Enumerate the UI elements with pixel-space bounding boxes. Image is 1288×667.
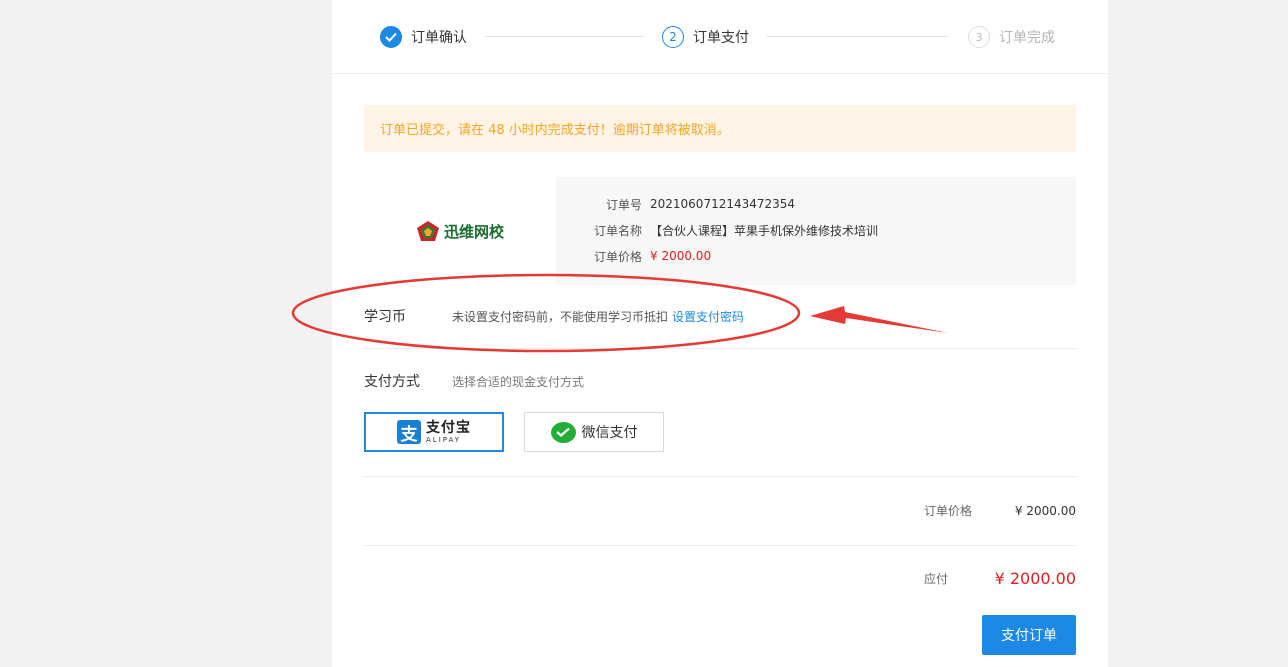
check-icon (380, 26, 402, 48)
payment-method-hint: 选择合适的现金支付方式 (452, 374, 585, 389)
divider (364, 476, 1076, 477)
alipay-en-label: ALIPAY (426, 435, 462, 444)
study-coin-row: 学习币 未设置支付密码前，不能使用学习币抵扣 设置支付密码 (364, 304, 1076, 328)
order-number: 2021060712143472354 (650, 197, 796, 211)
alipay-label: 支付宝 (426, 419, 471, 436)
step-connector (484, 36, 645, 37)
step-order-pay: 2 订单支付 (662, 24, 749, 50)
order-name-row: 订单名称 【合伙人课程】苹果手机保外维修技术培训 (556, 221, 878, 239)
amount-due-value: ¥ 2000.00 (994, 569, 1076, 588)
logo-icon (416, 221, 439, 241)
order-name: 【合伙人课程】苹果手机保外维修技术培训 (650, 223, 879, 238)
order-info-box: 迅维网校 订单号 2021060712143472354 订单名称 【合伙人课程… (364, 177, 1076, 285)
amount-due-row: 应付 ¥ 2000.00 (924, 569, 1076, 588)
summary-price-value: ¥ 2000.00 (1014, 503, 1076, 518)
pay-order-button[interactable]: 支付订单 (982, 615, 1076, 655)
logo-text: 迅维网校 (443, 222, 504, 241)
step-number: 3 (968, 26, 990, 48)
payment-deadline-notice: 订单已提交，请在 48 小时内完成支付！逾期订单将被取消。 (364, 105, 1076, 152)
alipay-icon: 支 (397, 420, 421, 445)
alipay-option[interactable]: 支 支付宝 ALIPAY (364, 412, 504, 452)
info-key: 订单名称 (593, 223, 642, 238)
checkout-panel: 订单确认 2 订单支付 3 订单完成 订单已提交，请在 48 小时内完成支付！逾… (332, 0, 1108, 667)
summary-price-label: 订单价格 (924, 504, 973, 518)
study-coin-label: 学习币 (364, 309, 406, 325)
wechat-pay-label: 微信支付 (581, 425, 638, 441)
divider (364, 348, 1076, 349)
payment-method-label: 支付方式 (364, 374, 420, 390)
step-order-complete: 3 订单完成 (968, 24, 1055, 50)
wechat-icon (550, 421, 576, 443)
alipay-wordmark: 支付宝 ALIPAY (426, 421, 471, 444)
payment-method-row: 支付方式 选择合适的现金支付方式 (364, 369, 584, 393)
step-label: 订单完成 (999, 30, 1055, 46)
course-logo: 迅维网校 (364, 177, 556, 285)
step-label: 订单确认 (411, 30, 467, 46)
set-pay-password-link[interactable]: 设置支付密码 (672, 308, 744, 325)
progress-steps: 订单确认 2 订单支付 3 订单完成 (332, 0, 1108, 74)
order-number-row: 订单号 2021060712143472354 (556, 195, 795, 213)
info-key: 订单号 (605, 197, 642, 212)
info-key: 订单价格 (593, 249, 642, 264)
order-price: ¥ 2000.00 (650, 249, 712, 263)
step-order-confirm: 订单确认 (380, 24, 467, 50)
wechat-pay-option[interactable]: 微信支付 (524, 412, 664, 452)
step-connector (766, 36, 949, 37)
divider (364, 545, 1076, 546)
summary-price-row: 订单价格 ¥ 2000.00 (924, 502, 1076, 519)
amount-due-label: 应付 (924, 572, 949, 586)
step-label: 订单支付 (693, 30, 749, 46)
study-coin-note: 未设置支付密码前，不能使用学习币抵扣 (452, 309, 669, 324)
step-number: 2 (662, 26, 684, 48)
order-price-row: 订单价格 ¥ 2000.00 (556, 247, 711, 265)
